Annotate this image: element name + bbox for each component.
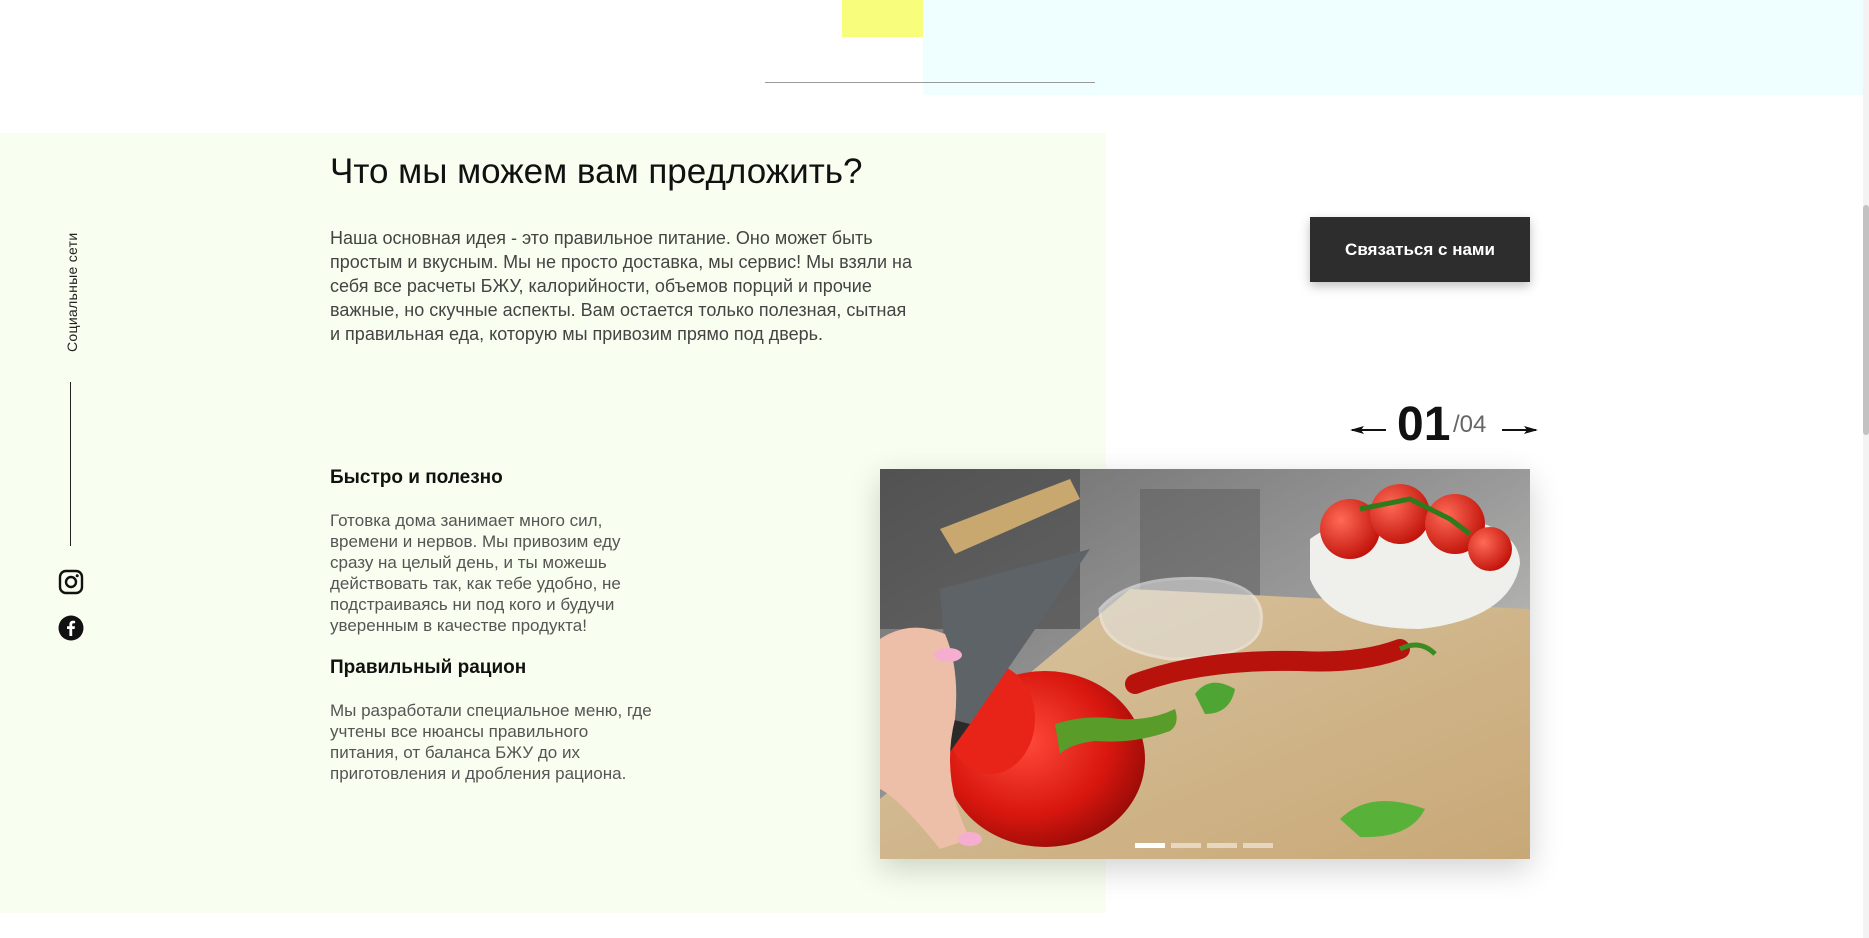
- feature-text-fast: Готовка дома занимает много сил, времени…: [330, 511, 621, 635]
- slide-current-number: 01: [1397, 398, 1451, 451]
- social-caption: Социальные сети: [64, 232, 80, 352]
- slider-pagination: [1135, 843, 1273, 848]
- slider-image: [880, 469, 1530, 859]
- intro-paragraph: Наша основная идея - это правильное пита…: [330, 228, 912, 344]
- scrollbar-thumb[interactable]: [1863, 205, 1869, 435]
- slider-dot-2[interactable]: [1171, 843, 1201, 848]
- page-title: Что мы можем вам предложить?: [330, 152, 863, 191]
- scrollbar-track: [1863, 0, 1869, 938]
- slider-dot-4[interactable]: [1243, 843, 1273, 848]
- section-divider: [765, 82, 1095, 83]
- social-divider-line: [70, 382, 71, 546]
- contact-button[interactable]: Связаться с нами: [1310, 217, 1530, 282]
- slider-next-arrow-icon[interactable]: [1500, 418, 1540, 442]
- feature-title-fast: Быстро и полезно: [330, 467, 503, 488]
- slider-dot-1[interactable]: [1135, 843, 1165, 848]
- decorative-cyan-block: [923, 0, 1863, 95]
- slide-total-number: /04: [1453, 411, 1487, 438]
- slider-prev-arrow-icon[interactable]: [1348, 418, 1388, 442]
- slider-dot-3[interactable]: [1207, 843, 1237, 848]
- instagram-icon[interactable]: [58, 569, 84, 595]
- feature-title-diet: Правильный рацион: [330, 657, 527, 678]
- facebook-icon[interactable]: [58, 615, 84, 641]
- feature-text-diet: Мы разработали специальное меню, где учт…: [330, 701, 652, 783]
